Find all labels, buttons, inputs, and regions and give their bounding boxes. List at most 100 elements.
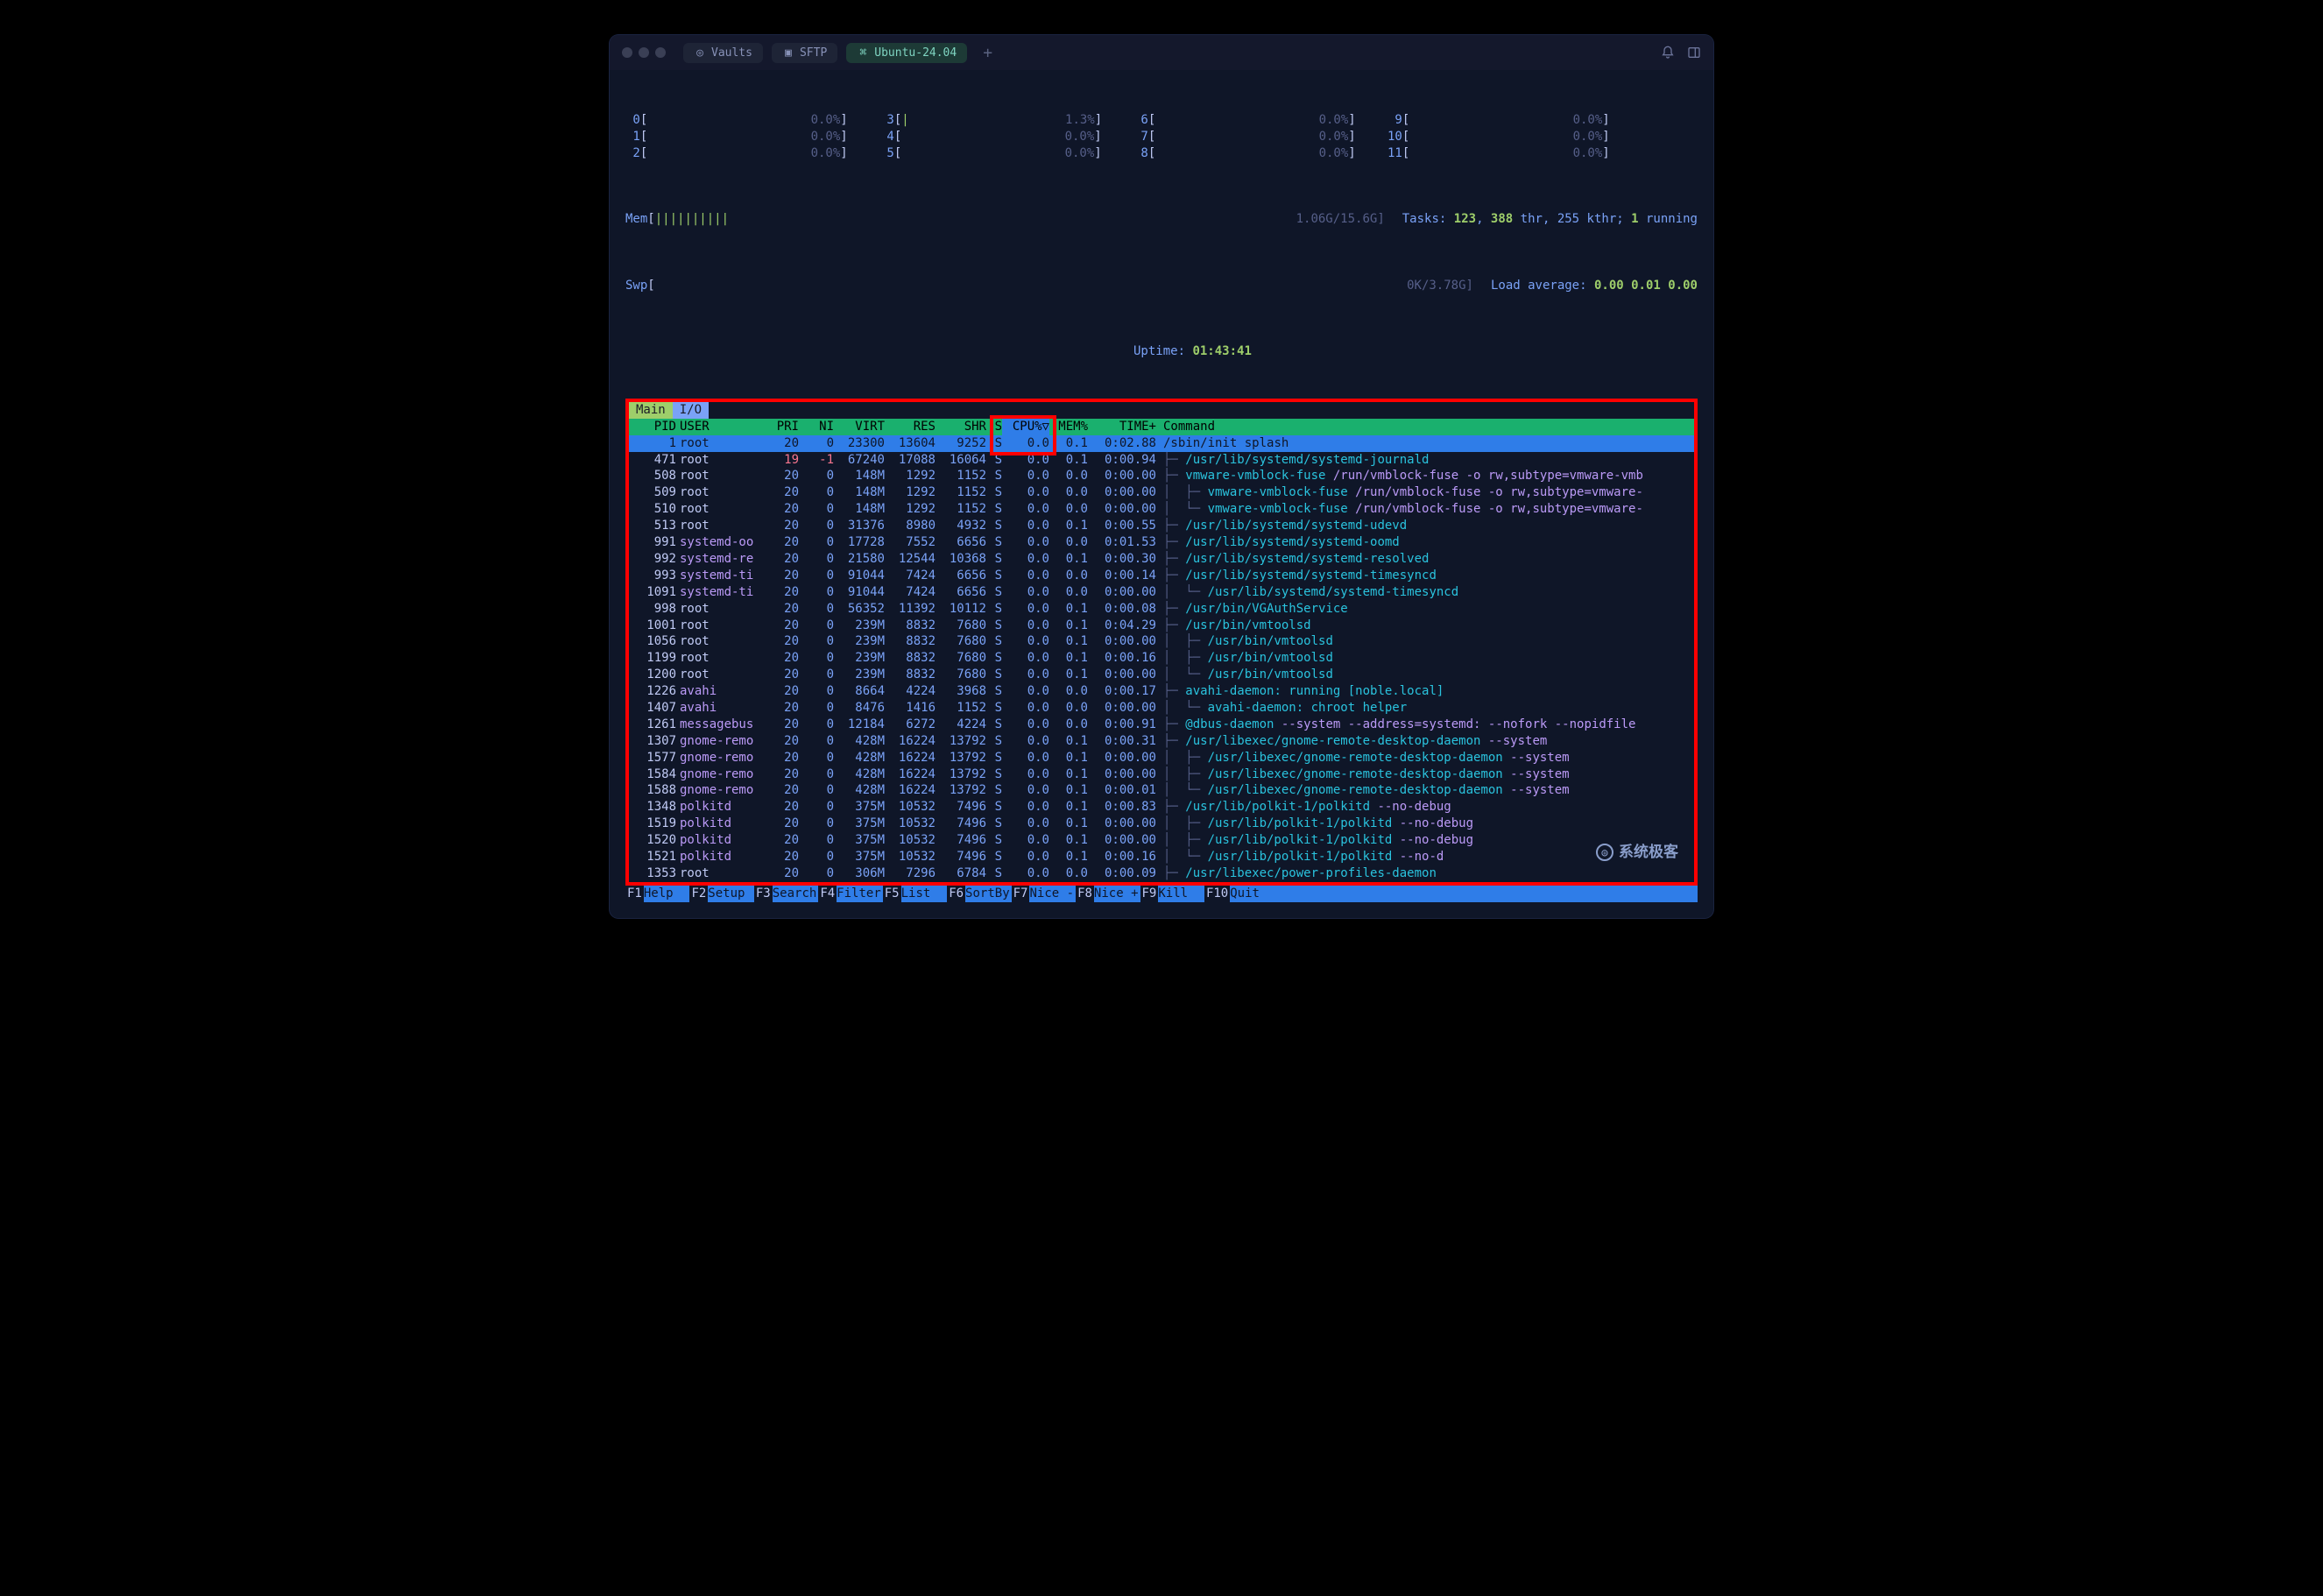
- table-row[interactable]: 1056root200239M88327680S0.00.10:00.00│ ├…: [629, 633, 1694, 650]
- tasks-kthr: 255 kthr;: [1557, 211, 1624, 228]
- table-row[interactable]: 471root19-1672401708816064S0.00.10:00.94…: [629, 452, 1694, 469]
- tasks-count: 123: [1454, 211, 1476, 228]
- col-s[interactable]: S: [986, 419, 1002, 435]
- mem-label: Mem: [625, 212, 647, 226]
- col-res[interactable]: RES: [885, 419, 936, 435]
- process-rows: 1root20023300136049252S0.00.10:02.88/sbi…: [629, 435, 1694, 882]
- terminal-window: ◎ Vaults ▣ SFTP ⌘ Ubuntu-24.04 + 0[0.0%]…: [610, 35, 1713, 918]
- load-label: Load average:: [1491, 278, 1587, 294]
- fkey-f5[interactable]: F5List: [883, 886, 947, 902]
- table-row[interactable]: 1307gnome-remo200428M1622413792S0.00.10:…: [629, 733, 1694, 750]
- table-row[interactable]: 1200root200239M88327680S0.00.10:00.00│ └…: [629, 667, 1694, 683]
- mem-bar: ||||||||||: [655, 211, 729, 228]
- table-row[interactable]: 1519polkitd200375M105327496S0.00.10:00.0…: [629, 816, 1694, 832]
- table-row[interactable]: 1348polkitd200375M105327496S0.00.10:00.8…: [629, 799, 1694, 816]
- fkey-f6[interactable]: F6SortBy: [947, 886, 1011, 902]
- col-pri[interactable]: PRI: [764, 419, 799, 435]
- load-values: 0.00 0.01 0.00: [1594, 278, 1698, 294]
- meters: 0[0.0%] 3[|1.3%] 6[0.0%] 9[0.0%] 1[0.0%]…: [625, 79, 1698, 393]
- table-row[interactable]: 1001root200239M88327680S0.00.10:04.29├─ …: [629, 618, 1694, 634]
- cpu-meter-6: 6[0.0%]: [1133, 112, 1387, 129]
- close-icon[interactable]: [622, 47, 632, 58]
- col-pid[interactable]: PID: [629, 419, 676, 435]
- table-row[interactable]: 1588gnome-remo200428M1622413792S0.00.10:…: [629, 782, 1694, 799]
- col-shr[interactable]: SHR: [936, 419, 986, 435]
- panel-icon[interactable]: [1687, 46, 1701, 60]
- fkey-f1[interactable]: F1Help: [625, 886, 689, 902]
- table-row[interactable]: 1353root200306M72966784S0.00.00:00.09├─ …: [629, 865, 1694, 882]
- tab-sftp[interactable]: ▣ SFTP: [772, 43, 837, 63]
- table-row[interactable]: 1584gnome-remo200428M1622413792S0.00.10:…: [629, 766, 1694, 783]
- mem-value: 1.06G/15.6G: [1296, 212, 1378, 226]
- tab-io[interactable]: I/O: [673, 402, 709, 419]
- htop-output: 0[0.0%] 3[|1.3%] 6[0.0%] 9[0.0%] 1[0.0%]…: [610, 70, 1713, 918]
- table-row[interactable]: 993systemd-ti2009104474246656S0.00.00:00…: [629, 568, 1694, 584]
- cpu-meter-8: 8[0.0%]: [1133, 145, 1387, 162]
- cpu-meter-0: 0[0.0%]: [625, 112, 879, 129]
- add-tab-button[interactable]: +: [976, 44, 999, 62]
- table-row[interactable]: 1521polkitd200375M105327496S0.00.10:00.1…: [629, 849, 1694, 865]
- tab-vaults[interactable]: ◎ Vaults: [683, 43, 763, 63]
- table-row[interactable]: 1226avahi200866442243968S0.00.00:00.17├─…: [629, 683, 1694, 700]
- bell-icon[interactable]: [1661, 46, 1675, 60]
- col-ni[interactable]: NI: [799, 419, 834, 435]
- table-row[interactable]: 508root200148M12921152S0.00.00:00.00├─ v…: [629, 468, 1694, 484]
- col-cmd[interactable]: Command: [1156, 419, 1694, 435]
- table-row[interactable]: 1407avahi200847614161152S0.00.00:00.00│ …: [629, 700, 1694, 717]
- table-row[interactable]: 510root200148M12921152S0.00.00:00.00│ └─…: [629, 501, 1694, 518]
- tab-main[interactable]: Main: [629, 402, 673, 419]
- folder-icon: ▣: [782, 46, 794, 59]
- tasks-thr: 388: [1491, 211, 1513, 228]
- cpu-meter-10: 10[0.0%]: [1387, 129, 1642, 145]
- cpu-meter-1: 1[0.0%]: [625, 129, 879, 145]
- table-row[interactable]: 1root20023300136049252S0.00.10:02.88/sbi…: [629, 435, 1694, 452]
- titlebar: ◎ Vaults ▣ SFTP ⌘ Ubuntu-24.04 +: [610, 35, 1713, 70]
- uptime-label: Uptime:: [1133, 343, 1185, 360]
- table-row[interactable]: 991systemd-oo2001772875526656S0.00.00:01…: [629, 534, 1694, 551]
- fkey-f7[interactable]: F7Nice -: [1012, 886, 1076, 902]
- vault-icon: ◎: [694, 46, 706, 59]
- col-cpu[interactable]: CPU%▽: [1002, 419, 1049, 435]
- tab-label: Vaults: [711, 46, 752, 60]
- fkey-f8[interactable]: F8Nice +: [1076, 886, 1140, 902]
- fkeys-bar: F1Help F2Setup F3SearchF4FilterF5List F6…: [625, 886, 1698, 902]
- terminal-icon: ⌘: [857, 46, 869, 59]
- table-row[interactable]: 513root2003137689804932S0.00.10:00.55├─ …: [629, 518, 1694, 534]
- tasks-running: 1: [1631, 211, 1638, 228]
- table-row[interactable]: 1520polkitd200375M105327496S0.00.10:00.0…: [629, 832, 1694, 849]
- maximize-icon[interactable]: [655, 47, 666, 58]
- table-row[interactable]: 1261messagebus2001218462724224S0.00.00:0…: [629, 717, 1694, 733]
- cpu-meter-7: 7[0.0%]: [1133, 129, 1387, 145]
- fkey-f10[interactable]: F10Quit: [1204, 886, 1276, 902]
- process-list-highlight: MainI/O PID USER PRI NI VIRT RES SHR S C…: [625, 399, 1698, 886]
- cpu-meter-2: 2[0.0%]: [625, 145, 879, 162]
- cpu-meter-3: 3[|1.3%]: [879, 112, 1133, 129]
- fkey-f9[interactable]: F9Kill: [1140, 886, 1204, 902]
- table-row[interactable]: 992systemd-re200215801254410368S0.00.10:…: [629, 551, 1694, 568]
- swp-label: Swp: [625, 279, 647, 293]
- fkey-f3[interactable]: F3Search: [754, 886, 818, 902]
- fkey-f4[interactable]: F4Filter: [818, 886, 882, 902]
- fkey-f2[interactable]: F2Setup: [689, 886, 753, 902]
- tab-ubuntu[interactable]: ⌘ Ubuntu-24.04: [846, 43, 967, 63]
- panel-tabs: MainI/O: [629, 402, 1694, 419]
- col-user[interactable]: USER: [676, 419, 764, 435]
- table-row[interactable]: 998root200563521139210112S0.00.10:00.08├…: [629, 601, 1694, 618]
- column-headers[interactable]: PID USER PRI NI VIRT RES SHR S CPU%▽ MEM…: [629, 419, 1694, 435]
- table-row[interactable]: 1091systemd-ti2009104474246656S0.00.00:0…: [629, 584, 1694, 601]
- window-controls: [622, 47, 666, 58]
- col-time[interactable]: TIME+: [1088, 419, 1156, 435]
- cpu-meter-5: 5[0.0%]: [879, 145, 1133, 162]
- col-mem[interactable]: MEM%: [1049, 419, 1088, 435]
- table-row[interactable]: 509root200148M12921152S0.00.00:00.00│ ├─…: [629, 484, 1694, 501]
- col-virt[interactable]: VIRT: [834, 419, 885, 435]
- swp-value: 0K/3.78G: [1407, 279, 1465, 293]
- cpu-meter-11: 11[0.0%]: [1387, 145, 1642, 162]
- table-row[interactable]: 1199root200239M88327680S0.00.10:00.16│ ├…: [629, 650, 1694, 667]
- tasks-label: Tasks:: [1402, 211, 1447, 228]
- tab-label: Ubuntu-24.04: [874, 46, 957, 60]
- table-row[interactable]: 1577gnome-remo200428M1622413792S0.00.10:…: [629, 750, 1694, 766]
- minimize-icon[interactable]: [639, 47, 649, 58]
- cpu-meter-9: 9[0.0%]: [1387, 112, 1642, 129]
- tab-label: SFTP: [800, 46, 827, 60]
